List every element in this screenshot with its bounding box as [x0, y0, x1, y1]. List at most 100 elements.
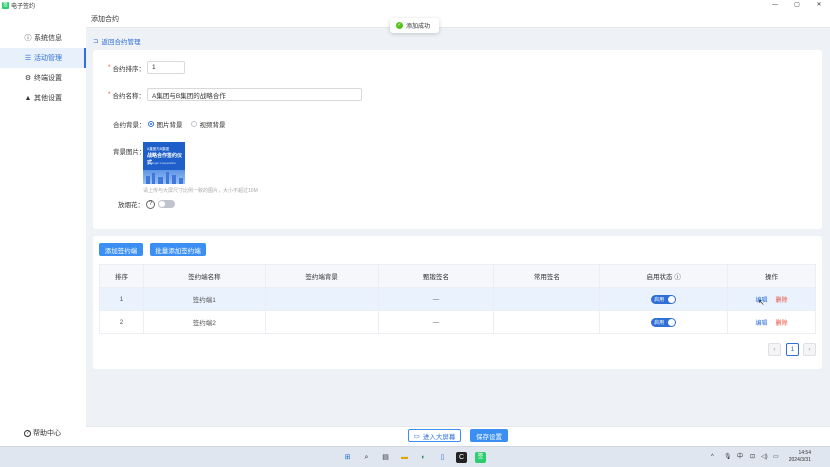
info-icon[interactable]: ⓘ	[674, 274, 681, 281]
fireworks-row: 放烟花： ?	[118, 199, 175, 209]
help-center-label: 帮助中心	[33, 430, 61, 437]
clock-time: 14:54	[798, 450, 811, 456]
app-logo-icon: 签	[2, 1, 9, 9]
taskbar: ⊞ ⌕ ▤ ▬ ◐ ▯ C 签 ^ 🎙 中 ⊡ ◁) ▭ 14:54 2024/…	[0, 446, 830, 467]
sidebar-item-label: 其他设置	[34, 95, 62, 102]
gear-icon: ⚙	[24, 75, 32, 82]
monitor-icon: ▭	[413, 432, 420, 440]
file-explorer-icon[interactable]: ▬	[399, 452, 410, 463]
pagination-next[interactable]: ›	[803, 343, 816, 356]
column-header-order: 排序	[99, 264, 144, 288]
sidebar-item-system-info[interactable]: ⓘ 系统信息	[0, 28, 86, 48]
cell-background	[264, 287, 379, 311]
radio-video-background[interactable]: 视频背景	[190, 119, 226, 129]
cell-name: 签约端2	[142, 310, 266, 334]
sidebar-item-other-settings[interactable]: ▲ 其他设置	[0, 88, 86, 108]
cell-actions: 编辑 删除	[727, 287, 816, 311]
input-language-indicator[interactable]: 中	[737, 452, 743, 463]
enter-big-screen-label: 进入大屏幕	[422, 433, 456, 441]
delete-link[interactable]: 删除	[776, 298, 788, 304]
thumbnail-line3: Strategic Cooperation	[147, 161, 177, 165]
column-header-actions: 操作	[727, 264, 816, 288]
warning-icon: ▲	[24, 94, 32, 102]
check-circle-icon: ✓	[396, 22, 403, 29]
pagination-page-1[interactable]: 1	[786, 343, 799, 356]
batch-add-signer-button[interactable]: 批量添加签约端	[150, 243, 206, 256]
sidebar-item-label: 系统信息	[34, 35, 62, 42]
background-image-thumbnail[interactable]: A集团与B集团 战略合作签约仪式 Strategic Cooperation	[143, 142, 185, 184]
tray-chevron-icon[interactable]: ^	[711, 452, 714, 463]
system-clock[interactable]: 14:54 2024/3/31	[789, 450, 811, 464]
cell-common-signature	[493, 287, 601, 311]
enter-big-screen-button[interactable]: ▭ 进入大屏幕	[408, 429, 461, 442]
microphone-icon[interactable]: 🎙	[724, 452, 732, 463]
minimize-icon[interactable]: —	[764, 0, 786, 10]
radio-label: 视频背景	[199, 122, 226, 129]
cell-signature: —	[377, 310, 495, 334]
wifi-icon[interactable]: ⊡	[750, 452, 755, 463]
cell-signature: —	[377, 287, 495, 311]
background-type-row: 合约背景： 图片背景 视频背景	[113, 119, 226, 129]
window-controls: — ▢ ✕	[764, 0, 830, 10]
save-settings-button[interactable]: 保存设置	[470, 429, 508, 442]
page-title: 添加合约	[91, 15, 119, 23]
thumbnail-city-graphic	[143, 170, 185, 184]
notepad-icon[interactable]: ▯	[437, 452, 448, 463]
edit-link[interactable]: 编辑	[756, 321, 768, 327]
cell-name: 签约端1	[142, 287, 266, 311]
sidebar: ⓘ 系统信息 ☰ 活动管理 ⚙ 终端设置 ▲ 其他设置 ? 帮助中心	[0, 10, 86, 446]
order-row: * 合约排序： 1	[108, 61, 186, 74]
list-icon: ☰	[24, 55, 32, 62]
edge-browser-icon[interactable]: ◐	[418, 452, 429, 463]
back-icon: ⊐	[93, 38, 99, 45]
order-input[interactable]: 1	[147, 61, 186, 74]
e-sign-app-icon[interactable]: 签	[475, 452, 486, 463]
delete-link[interactable]: 删除	[776, 321, 788, 327]
column-header-common-signature: 常用签名	[493, 264, 601, 288]
battery-icon[interactable]: ▭	[773, 452, 779, 463]
windows-start-icon[interactable]: ⊞	[342, 452, 353, 463]
close-icon[interactable]: ✕	[808, 0, 830, 10]
task-view-icon[interactable]: ▤	[380, 452, 391, 463]
window-title: 电子签约	[11, 3, 36, 10]
required-mark: *	[108, 64, 111, 71]
pagination-prev[interactable]: ‹	[768, 343, 781, 356]
name-input[interactable]: A集团与B集团的战略合作	[147, 88, 363, 101]
help-center-link[interactable]: ? 帮助中心	[24, 428, 61, 438]
help-icon: ?	[24, 429, 31, 437]
cell-status: 启用	[599, 287, 729, 311]
column-header-name: 签约端名称	[142, 264, 266, 288]
radio-icon	[147, 121, 154, 127]
bg-image-label: 背景图片：	[113, 149, 146, 156]
maximize-icon[interactable]: ▢	[786, 0, 808, 10]
name-row: * 合约名称： A集团与B集团的战略合作	[108, 88, 363, 101]
cell-status: 启用	[599, 310, 729, 334]
cell-actions: 编辑 删除	[727, 310, 816, 334]
cell-order: 1	[99, 287, 144, 311]
cell-background	[264, 310, 379, 334]
terminal-icon[interactable]: C	[456, 452, 467, 463]
status-toggle[interactable]: 启用	[651, 294, 677, 304]
back-label: 返回合约管理	[101, 39, 141, 46]
info-icon: ⓘ	[24, 35, 32, 42]
sidebar-item-terminal-settings[interactable]: ⚙ 终端设置	[0, 68, 86, 88]
fireworks-label: 放烟花：	[118, 202, 144, 209]
sound-icon[interactable]: ◁)	[761, 452, 768, 463]
upload-hint: 请上传与大屏尺寸比例一致的图片，大小不超过10M	[143, 188, 258, 194]
sidebar-item-activity-management[interactable]: ☰ 活动管理	[0, 48, 86, 68]
name-label: 合约名称：	[112, 92, 146, 100]
signer-table: 排序 签约端名称 签约端背景 甄锻签名 常用签名 启用状态 ⓘ 操作 1 签约端…	[99, 264, 816, 334]
page-header: 添加合约	[86, 10, 830, 28]
back-to-contract-management[interactable]: ⊐ 返回合约管理	[93, 36, 140, 46]
radio-image-background[interactable]: 图片背景	[147, 119, 183, 129]
title-bar: 签 电子签约 — ▢ ✕	[0, 0, 830, 10]
help-circle-icon[interactable]: ?	[146, 199, 155, 209]
add-signer-button[interactable]: 添加签约端	[99, 243, 143, 256]
order-label: 合约排序：	[112, 65, 146, 73]
success-toast: ✓ 添加成功	[390, 18, 439, 33]
fireworks-toggle[interactable]	[158, 200, 175, 208]
status-toggle[interactable]: 启用	[651, 317, 677, 327]
search-icon[interactable]: ⌕	[361, 452, 372, 463]
column-header-status: 启用状态 ⓘ	[599, 264, 729, 288]
mouse-cursor-icon: ↖	[758, 298, 765, 307]
